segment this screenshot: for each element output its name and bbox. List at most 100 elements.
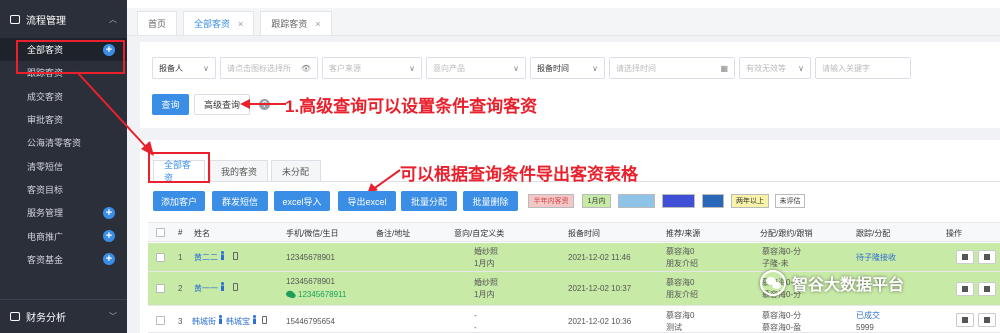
sidebar-item-lead-target[interactable]: 客资目标 bbox=[0, 178, 127, 201]
assign-primary: 慕容海0-分 bbox=[762, 247, 802, 256]
highlight-box-tab bbox=[148, 152, 210, 183]
col-name: 姓名 bbox=[194, 229, 210, 238]
chevron-down-icon: ∨ bbox=[409, 63, 415, 73]
row-checkbox[interactable] bbox=[156, 253, 165, 262]
batch-assign-button[interactable]: 批量分配 bbox=[401, 191, 457, 211]
eye-icon[interactable]: 👁 bbox=[301, 64, 311, 73]
sidebar-item-fund[interactable]: 客资基金 + bbox=[0, 248, 127, 271]
sidebar-group-process[interactable]: 流程管理 ︿ bbox=[0, 0, 127, 38]
edit-button[interactable] bbox=[956, 250, 974, 264]
tab-tracking-leads[interactable]: 跟踪客资 × bbox=[260, 11, 332, 35]
row-checkbox[interactable] bbox=[156, 316, 165, 325]
table-row[interactable]: 1 黄二二 12345678901 婚纱照 1月内 2021-12-02 11:… bbox=[148, 243, 1000, 272]
sidebar-item-label: 清零短信 bbox=[27, 161, 64, 172]
person-icon bbox=[219, 315, 222, 324]
keyword-input[interactable]: 请输入关键字 bbox=[815, 57, 911, 79]
add-icon[interactable]: + bbox=[103, 253, 115, 266]
excel-import-button[interactable]: excel导入 bbox=[274, 191, 330, 211]
col-assign: 分配/跟约/跟销 bbox=[760, 229, 813, 238]
customer-name-link[interactable]: 韩城街 bbox=[192, 316, 216, 327]
track-status[interactable]: 待子隆接收 bbox=[856, 252, 896, 263]
report-time-select[interactable]: 报备时间 ∨ bbox=[530, 57, 605, 79]
chevron-down-icon: ∨ bbox=[203, 63, 209, 73]
delete-button[interactable] bbox=[978, 282, 996, 296]
region-input[interactable]: 请点击图标选择所 👁 bbox=[220, 57, 318, 79]
edit-button[interactable] bbox=[956, 282, 974, 296]
sidebar-group-finance[interactable]: 财务分析 ﹀ bbox=[0, 299, 127, 333]
table-row[interactable]: 3 韩城街 韩城宝 15446795654 - - 2021-12-02 10:… bbox=[148, 306, 1000, 333]
report-time: 2021-12-02 10:37 bbox=[568, 284, 632, 293]
legend-swatch-light-blue bbox=[618, 194, 655, 208]
sidebar-item-label: 客资基金 bbox=[27, 254, 64, 265]
delete-button[interactable] bbox=[978, 250, 996, 264]
person-icon bbox=[221, 251, 224, 260]
chevron-down-icon: ﹀ bbox=[109, 312, 117, 321]
product-select[interactable]: 意向产品 ∨ bbox=[426, 57, 526, 79]
phone-number: 12345678901 bbox=[286, 277, 335, 286]
batch-delete-button[interactable]: 批量删除 bbox=[463, 191, 518, 211]
tab-label: 全部客资 bbox=[194, 19, 231, 29]
select-all-checkbox[interactable] bbox=[156, 228, 165, 237]
delete-button[interactable] bbox=[978, 313, 996, 327]
source-secondary: 朋友介绍 bbox=[666, 259, 698, 268]
highlight-box-sidebar bbox=[16, 40, 125, 74]
intent-primary: - bbox=[474, 311, 477, 320]
tab-all-leads[interactable]: 全部客资 × bbox=[183, 11, 255, 35]
input-placeholder: 请选择时间 bbox=[616, 63, 656, 73]
sidebar-group-label: 财务分析 bbox=[26, 313, 66, 324]
watermark: 智谷大数据平台 bbox=[760, 270, 904, 296]
phone-number: 12345678901 bbox=[286, 253, 335, 262]
chart-icon bbox=[10, 312, 20, 321]
add-icon[interactable]: + bbox=[103, 230, 115, 243]
source-select[interactable]: 客户来源 ∨ bbox=[322, 57, 422, 79]
customer-name-link[interactable]: 黄二二 bbox=[194, 252, 218, 263]
select-label: 报备时间 bbox=[537, 63, 569, 73]
tab-label: 首页 bbox=[148, 19, 167, 29]
calendar-icon[interactable]: ▦ bbox=[720, 64, 728, 73]
chevron-down-icon: ∨ bbox=[798, 63, 804, 73]
legend-swatch-blue bbox=[662, 194, 695, 208]
bulk-sms-button[interactable]: 群发短信 bbox=[212, 191, 268, 211]
source-primary: 慕容海0 bbox=[666, 247, 695, 256]
intent-secondary: 1月内 bbox=[474, 259, 495, 268]
folder-icon bbox=[10, 14, 20, 24]
sidebar-item-label: 电商推广 bbox=[27, 231, 64, 242]
valid-select[interactable]: 有效无效等 ∨ bbox=[739, 57, 811, 79]
col-index: # bbox=[178, 228, 183, 237]
sidebar-item-service[interactable]: 服务管理 + bbox=[0, 201, 127, 224]
tab-unassigned[interactable]: 未分配 bbox=[271, 160, 321, 181]
tab-home[interactable]: 首页 bbox=[137, 11, 178, 35]
tab-my-leads[interactable]: 我的客资 bbox=[210, 160, 268, 181]
input-placeholder: 请点击图标选择所 bbox=[227, 63, 291, 73]
customer-name-link[interactable]: 黄一一 bbox=[194, 283, 218, 294]
select-placeholder: 客户来源 bbox=[329, 63, 361, 73]
track-status[interactable]: 已成交 bbox=[856, 310, 880, 321]
phone-icon bbox=[262, 316, 267, 324]
add-icon[interactable]: + bbox=[103, 206, 115, 219]
row-checkbox[interactable] bbox=[156, 284, 165, 293]
customer-name-link-2[interactable]: 韩城宝 bbox=[226, 316, 250, 327]
annotation-arrow-1 bbox=[240, 99, 286, 109]
row-index: 1 bbox=[178, 253, 183, 262]
phone-number: 15446795654 bbox=[286, 317, 335, 326]
sidebar-item-ecommerce[interactable]: 电商推广 + bbox=[0, 224, 127, 247]
filter-panel bbox=[140, 42, 1000, 128]
export-excel-button[interactable]: 导出excel bbox=[338, 191, 396, 211]
add-customer-button[interactable]: 添加客户 bbox=[153, 191, 205, 211]
sidebar-item-label: 客资目标 bbox=[27, 184, 64, 195]
col-time: 报备时间 bbox=[568, 229, 600, 238]
legend-half-year: 半年内客资 bbox=[528, 194, 574, 208]
assign-primary: 慕容海0-分 bbox=[762, 311, 802, 320]
deal-amount: 5999 bbox=[856, 323, 874, 332]
select-placeholder: 有效无效等 bbox=[746, 63, 786, 73]
source-primary: 慕容海0 bbox=[666, 311, 695, 320]
date-picker[interactable]: 请选择时间 ▦ bbox=[609, 57, 735, 79]
wechat-logo-icon bbox=[760, 270, 786, 296]
close-icon[interactable]: × bbox=[238, 19, 243, 29]
watermark-text: 智谷大数据平台 bbox=[792, 277, 905, 294]
person-icon bbox=[253, 315, 256, 324]
edit-button[interactable] bbox=[956, 313, 974, 327]
row-index: 3 bbox=[178, 317, 183, 326]
close-icon[interactable]: × bbox=[315, 19, 320, 29]
wechat-icon bbox=[286, 290, 296, 299]
